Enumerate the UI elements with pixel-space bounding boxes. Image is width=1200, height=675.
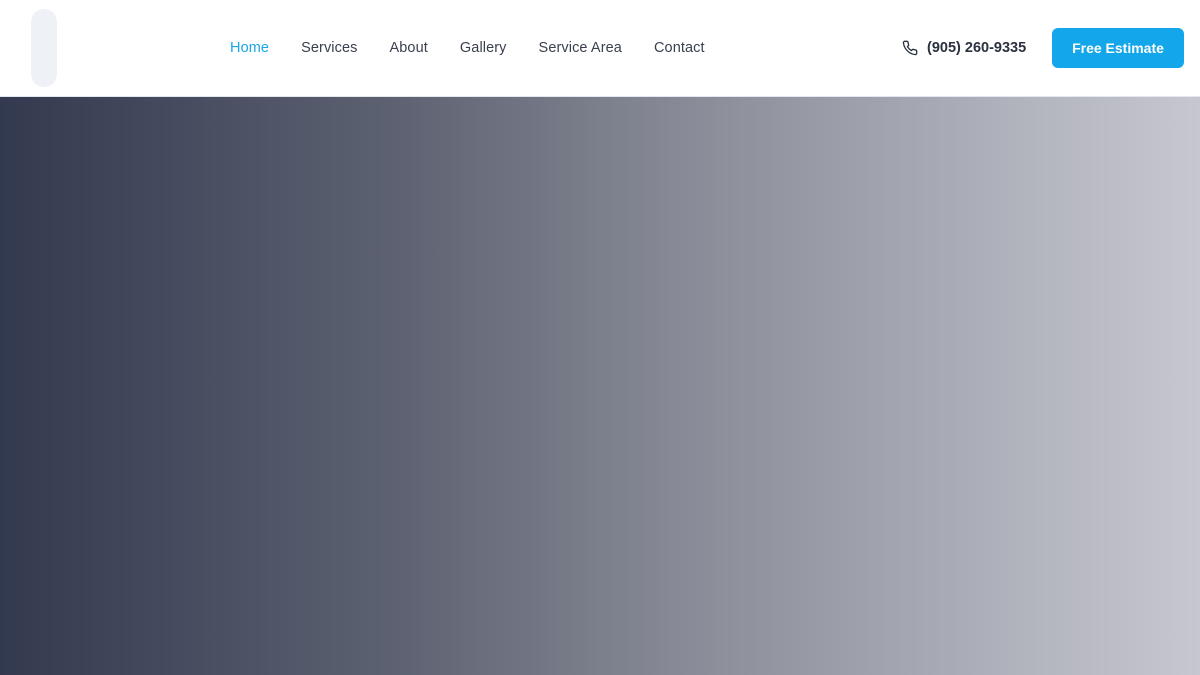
phone-link[interactable]: (905) 260-9335 [902, 0, 1026, 96]
nav-link-home[interactable]: Home [214, 40, 285, 56]
nav-link-service-area[interactable]: Service Area [523, 40, 638, 56]
logo-placeholder[interactable] [31, 9, 57, 87]
nav-link-about[interactable]: About [374, 40, 444, 56]
nav-link-gallery[interactable]: Gallery [444, 40, 523, 56]
hero-banner [0, 97, 1200, 675]
free-estimate-button[interactable]: Free Estimate [1052, 28, 1184, 68]
phone-icon [902, 40, 918, 56]
nav-link-services[interactable]: Services [285, 40, 373, 56]
phone-number: (905) 260-9335 [927, 40, 1027, 56]
nav-link-contact[interactable]: Contact [638, 40, 721, 56]
site-header: Home Services About Gallery Service Area… [0, 0, 1200, 97]
main-nav: Home Services About Gallery Service Area… [214, 0, 721, 96]
